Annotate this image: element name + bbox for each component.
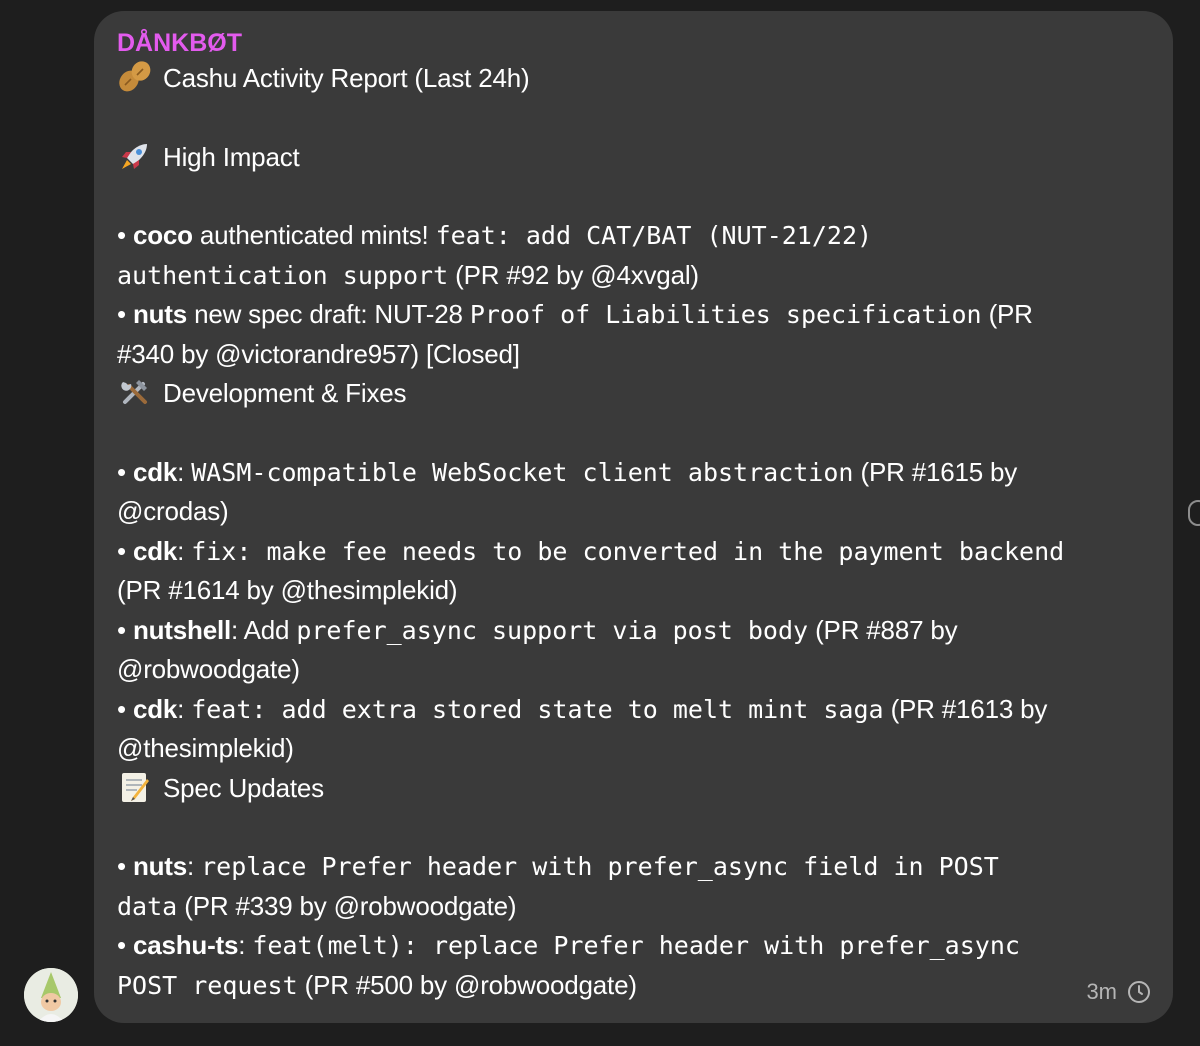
repo-name: nutshell: [132, 614, 232, 645]
repo-name: cashu-ts: [132, 930, 239, 960]
gnome-avatar-icon: [24, 968, 78, 1022]
pr-title-code: feat: add extra stored state to melt min…: [191, 694, 884, 724]
repo-name: cdk: [132, 456, 178, 487]
repo-name: cdk: [132, 535, 178, 566]
pr-title-code: fix: make fee needs to be converted in t…: [191, 536, 1065, 566]
memo-icon: [122, 772, 149, 802]
section-heading-dev-fixes: Development & Fixes: [117, 374, 1153, 414]
pr-title-code: feat(melt): replace Prefer header with p…: [252, 931, 1020, 960]
repo-name: nuts: [132, 851, 188, 881]
rocket-icon: [122, 143, 147, 169]
pr-reference[interactable]: @thesimplekid): [117, 733, 294, 763]
list-item: • cashu-ts: feat(melt): replace Prefer h…: [117, 930, 1020, 960]
reaction-edge-icon[interactable]: [1188, 500, 1200, 526]
report-title: Cashu Activity Report (Last 24h): [163, 63, 530, 93]
pr-title-code: Proof of Liabilities specification: [469, 300, 982, 329]
hammer-and-wrench-icon: [121, 380, 147, 404]
list-item: • cdk: WASM-compatible WebSocket client …: [117, 456, 1018, 487]
section-heading-high-impact: High Impact: [117, 138, 1153, 178]
pr-reference[interactable]: @robwoodgate): [117, 654, 300, 684]
pr-reference[interactable]: (PR #339 by @robwoodgate): [177, 891, 516, 921]
repo-name: nuts: [132, 299, 188, 329]
section-heading-spec-updates: Spec Updates: [117, 769, 1153, 809]
sender-avatar[interactable]: [24, 968, 78, 1022]
list-item: • cdk: feat: add extra stored state to m…: [117, 693, 1048, 724]
repo-name: cdk: [132, 693, 178, 724]
message-meta: 3m: [1086, 979, 1151, 1005]
pr-title-code: feat: add CAT/BAT (NUT-21/22): [435, 221, 873, 250]
message-body: Cashu Activity Report (Last 24h) High Im…: [117, 59, 1153, 1005]
list-item: • coco authenticated mints! feat: add CA…: [117, 220, 873, 250]
pr-reference[interactable]: @crodas): [117, 496, 229, 526]
pr-reference[interactable]: #340 by @victorandre957) [Closed]: [117, 339, 520, 369]
list-item: • nuts: replace Prefer header with prefe…: [117, 851, 999, 881]
list-item: • nuts new spec draft: NUT-28 Proof of L…: [117, 299, 1033, 329]
list-item: • cdk: fix: make fee needs to be convert…: [117, 535, 1065, 566]
list-item: • nutshell: Add prefer_async support via…: [117, 614, 958, 645]
pr-title-code: WASM-compatible WebSocket client abstrac…: [191, 457, 854, 487]
message-time: 3m: [1086, 979, 1117, 1004]
pr-reference[interactable]: (PR #1614 by @thesimplekid): [117, 575, 458, 605]
message-bubble: DÅNKBØT Cashu Activity Report (Last 24h)…: [94, 11, 1173, 1023]
repo-name: coco: [132, 220, 193, 250]
pr-reference[interactable]: (PR #500 by @robwoodgate): [298, 970, 637, 1000]
report-title-line: Cashu Activity Report (Last 24h): [117, 59, 1153, 99]
pr-title-code: replace Prefer header with prefer_async …: [201, 852, 999, 881]
peanut-icon: [119, 61, 151, 92]
clock-icon: [1128, 981, 1150, 1003]
sender-name[interactable]: DÅNKBØT: [117, 27, 1153, 59]
pr-reference[interactable]: (PR #92 by @4xvgal): [448, 260, 699, 290]
pr-title-code: prefer_async support via post body: [296, 615, 809, 645]
